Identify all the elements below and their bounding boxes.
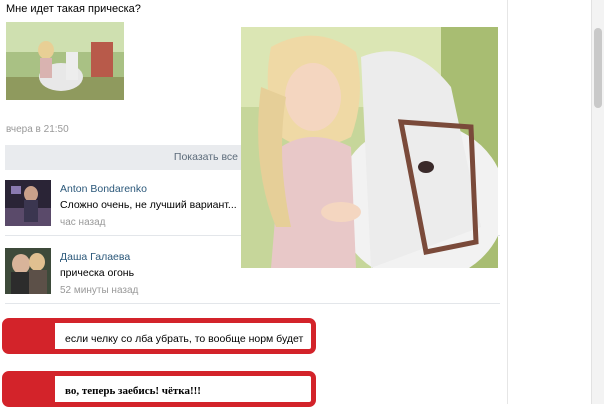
redaction-block	[7, 323, 55, 349]
comment-time[interactable]: 52 минуты назад	[60, 285, 138, 296]
post-time[interactable]: вчера в 21:50	[6, 124, 69, 135]
highlighted-comment-text: во, теперь заебись! чётка!!!	[65, 385, 201, 397]
comment-text: прическа огонь	[60, 267, 135, 279]
comment-author-link[interactable]: Даша Галаева	[60, 251, 130, 263]
scrollbar-thumb[interactable]	[594, 28, 602, 108]
show-all-comments-button[interactable]: Показать все	[5, 145, 252, 170]
post-title: Мне идет такая прическа?	[6, 3, 141, 15]
highlighted-comment: во, теперь заебись! чётка!!!	[2, 371, 316, 407]
post-photo-thumbnail[interactable]	[6, 22, 124, 100]
highlighted-comment-text: если челку со лба убрать, то вообще норм…	[65, 333, 304, 345]
scrollbar[interactable]	[591, 0, 604, 404]
panel-divider	[507, 0, 508, 404]
enlarged-photo[interactable]	[241, 27, 498, 268]
highlighted-comment: если челку со лба убрать, то вообще норм…	[2, 318, 316, 354]
comment-author-link[interactable]: Anton Bondarenko	[60, 183, 147, 195]
comment-time[interactable]: час назад	[60, 217, 106, 228]
avatar[interactable]	[5, 180, 51, 226]
avatar[interactable]	[5, 248, 51, 294]
redaction-block	[7, 376, 55, 402]
comment-text: Сложно очень, не лучший вариант...	[60, 199, 237, 211]
